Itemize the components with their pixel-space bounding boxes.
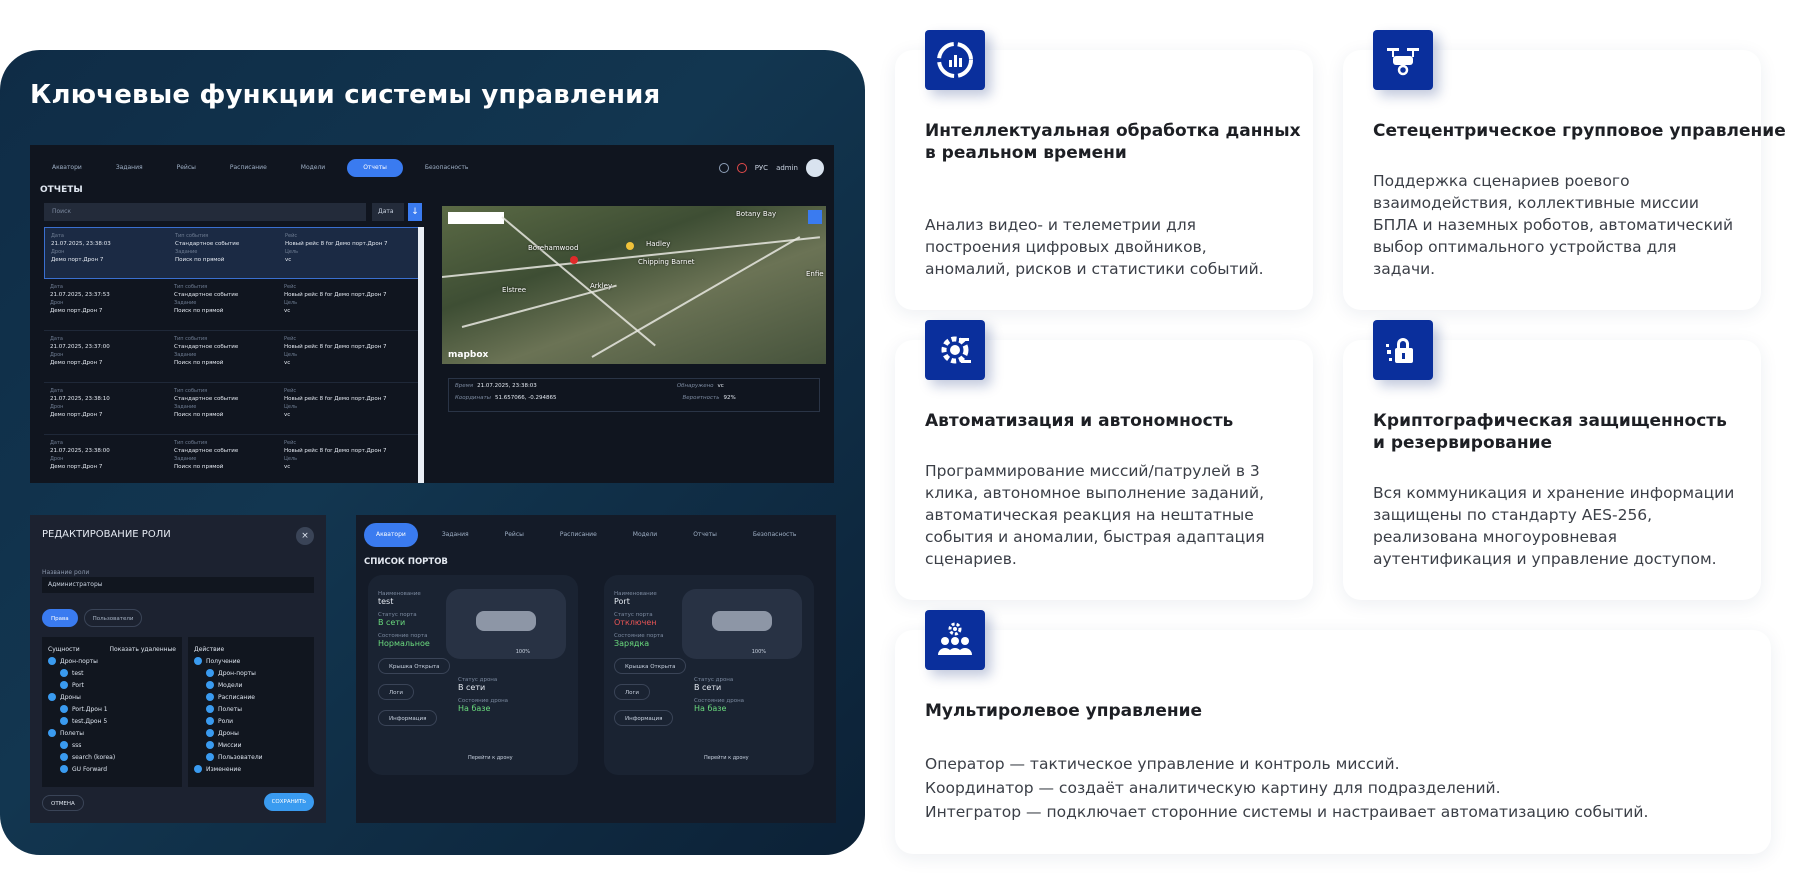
alert-icon[interactable] <box>736 163 747 173</box>
map-label: Elstree <box>502 286 527 294</box>
table-row[interactable]: Дата 21.07.2025, 23:38:03 Дрон Демо порт.Др… <box>44 227 419 279</box>
feature-title: Криптографическая защищенность и резерви… <box>1373 411 1727 453</box>
nav-item[interactable]: Безопасность <box>413 159 481 177</box>
table-row[interactable]: Дата 21.07.2025, 23:38:10 Дрон Демо порт.Др… <box>44 383 419 435</box>
cancel-button[interactable]: ОТМЕНА <box>42 795 84 811</box>
logs-button[interactable]: Логи <box>614 684 650 700</box>
info-button[interactable]: Информация <box>378 710 438 726</box>
search-input[interactable]: Поиск <box>44 203 366 221</box>
section-title: ОТЧЕТЫ <box>40 185 83 195</box>
nav-item[interactable]: Задания <box>104 159 155 177</box>
role-name-label: Название роли <box>42 569 90 576</box>
go-to-drone-link[interactable]: Перейти к дрону <box>704 755 749 761</box>
nav-item[interactable]: Расписание <box>218 159 279 177</box>
map-label: Arkley <box>590 282 613 290</box>
nav-item[interactable]: Рейсы <box>493 523 536 547</box>
port-card: Наименование Port Статус порта Отключен … <box>604 575 814 775</box>
nav-item[interactable]: Акватори <box>40 159 94 177</box>
logs-button[interactable]: Логи <box>378 684 414 700</box>
map-label: Hadley <box>646 240 671 248</box>
map-label: Chipping Barnet <box>638 258 695 266</box>
lock-icon <box>1373 320 1433 380</box>
go-to-drone-link[interactable]: Перейти к дрону <box>468 755 513 761</box>
analytics-icon <box>925 30 985 90</box>
event-info: Время 21.07.2025, 23:38:03 Обнаружено vc К… <box>448 378 820 412</box>
map-label: Botany Bay <box>736 210 777 218</box>
nav-item[interactable]: Расписание <box>548 523 609 547</box>
feature-text: Поддержка сценариев роевого взаимодейств… <box>1373 172 1734 278</box>
dialog-title: РЕДАКТИРОВАНИЕ РОЛИ <box>42 529 171 540</box>
feature-text: Оператор — тактическое управление и конт… <box>925 755 1649 821</box>
bell-icon[interactable] <box>718 163 729 173</box>
fullscreen-icon[interactable] <box>808 210 822 224</box>
feature-text: Анализ видео- и телеметрии для построени… <box>925 216 1264 278</box>
automation-gear-icon <box>925 320 985 380</box>
drone-icon <box>1373 30 1433 90</box>
feature-title: Автоматизация и автономность <box>925 411 1234 431</box>
drone-image: 100% <box>682 589 802 659</box>
nav-item[interactable]: Безопасность <box>741 523 809 547</box>
drone-image: 100% <box>446 589 566 659</box>
map-search-box[interactable] <box>448 212 504 224</box>
drone-status: Статус дрона В сети Состояние дрона На б… <box>458 677 509 713</box>
showcase-title: Ключевые функции системы управления <box>30 80 661 110</box>
nav-item[interactable]: Рейсы <box>165 159 208 177</box>
map-view[interactable]: Borehamwood Hadley Chipping Barnet Arkle… <box>442 206 826 364</box>
map-label: Enfie <box>806 270 824 278</box>
nav-item[interactable]: Задания <box>430 523 481 547</box>
location-pin[interactable] <box>626 242 634 250</box>
team-gear-icon <box>925 610 985 670</box>
role-edit-screenshot: РЕДАКТИРОВАНИЕ РОЛИ × Название роли Адми… <box>30 515 326 823</box>
show-deleted-toggle[interactable]: Показать удаленные <box>110 646 176 653</box>
sort-down-icon[interactable]: ↓ <box>408 203 422 221</box>
feature-title: Мультиролевое управление <box>925 701 1203 721</box>
table-row[interactable]: Дата 21.07.2025, 23:38:00 Дрон Демо порт.Др… <box>44 435 419 483</box>
nav-item-active[interactable]: Акватори <box>364 523 418 547</box>
entities-panel: Сущности Показать удаленные Дрон-порты te… <box>42 637 182 787</box>
nav-item[interactable]: Отчеты <box>681 523 729 547</box>
language-switch[interactable]: РУС <box>755 164 768 172</box>
role-tabs: Права Пользователи <box>42 609 143 627</box>
actions-panel: Действие Получение Дрон-порты Модели Рас… <box>188 637 314 787</box>
date-select[interactable]: Дата <box>372 203 404 221</box>
info-button[interactable]: Информация <box>614 710 674 726</box>
save-button[interactable]: СОХРАНИТЬ <box>263 793 314 811</box>
lid-button[interactable]: Крышка Открыта <box>614 658 687 674</box>
section-title: СПИСОК ПОРТОВ <box>364 557 448 567</box>
feature-title: Сетецентрическое групповое управление <box>1373 121 1786 141</box>
reports-list: Дата 21.07.2025, 23:38:03 Дрон Демо порт.Др… <box>44 227 419 483</box>
map-label: Borehamwood <box>528 244 579 252</box>
nav-item[interactable]: Модели <box>621 523 669 547</box>
top-nav: Акватори Задания Рейсы Расписание Модели… <box>364 523 836 547</box>
nav-right: РУС admin <box>718 159 824 177</box>
event-pin[interactable] <box>570 256 578 264</box>
role-name-field[interactable]: Администраторы <box>42 577 314 593</box>
ports-screenshot: Акватори Задания Рейсы Расписание Модели… <box>356 515 836 823</box>
tab-rights[interactable]: Права <box>42 609 78 627</box>
user-name[interactable]: admin <box>776 164 798 172</box>
feature-text: Программирование миссий/патрулей в 3 кли… <box>925 462 1265 568</box>
reports-screenshot: Акватори Задания Рейсы Расписание Модели… <box>30 145 834 483</box>
port-card: Наименование test Статус порта В сети Со… <box>368 575 578 775</box>
drone-status: Статус дрона В сети Состояние дрона На б… <box>694 677 745 713</box>
lid-button[interactable]: Крышка Открыта <box>378 658 451 674</box>
table-row[interactable]: Дата 21.07.2025, 23:37:53 Дрон Демо порт.Др… <box>44 279 419 331</box>
feature-text: Вся коммуникация и хранение информации з… <box>1373 484 1735 568</box>
nav-item[interactable]: Модели <box>289 159 337 177</box>
showcase-panel: Ключевые функции системы управления Аква… <box>0 50 865 855</box>
nav-item-active[interactable]: Отчеты <box>347 159 403 177</box>
top-nav: Акватори Задания Рейсы Расписание Модели… <box>40 155 824 181</box>
list-scrollbar[interactable] <box>418 227 424 483</box>
tab-users[interactable]: Пользователи <box>83 609 143 627</box>
table-row[interactable]: Дата 21.07.2025, 23:37:00 Дрон Демо порт.Др… <box>44 331 419 383</box>
mapbox-logo: mapbox <box>448 350 489 360</box>
close-icon[interactable]: × <box>296 527 314 545</box>
feature-title: Интеллектуальная обработка данных в реал… <box>925 121 1301 163</box>
avatar[interactable] <box>806 159 824 177</box>
